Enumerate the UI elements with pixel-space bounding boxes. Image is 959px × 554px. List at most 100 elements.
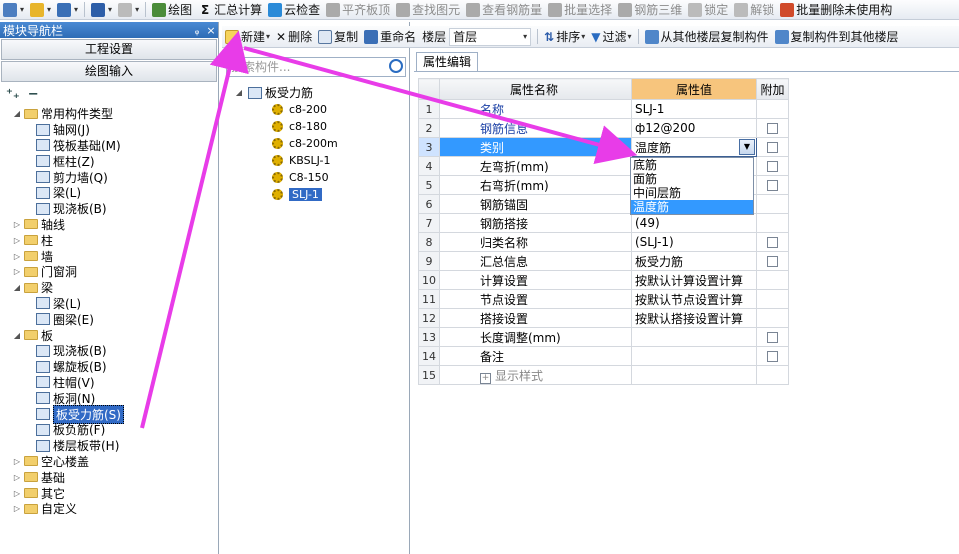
tree-toggle-icon[interactable]: ▷ <box>12 252 22 261</box>
tree-item[interactable]: ◢ 常用构件类型 <box>0 106 218 122</box>
component-item[interactable]: KBSLJ-1 <box>234 152 338 169</box>
tree-toggle-icon[interactable]: ▷ <box>12 220 22 229</box>
floor-select[interactable]: 首层 ▾ <box>449 27 532 46</box>
dropdown-arrow-icon[interactable]: ▾ <box>74 5 78 14</box>
tree-item[interactable]: ▷ 空心楼盖 <box>0 454 218 470</box>
extra-checkbox[interactable] <box>767 237 778 248</box>
rename-button[interactable]: 重命名 <box>361 28 419 46</box>
tree-item[interactable]: ◢ 板 <box>0 327 218 343</box>
property-row[interactable]: 3 类别 温度筋 ▼ <box>418 137 789 157</box>
toolbar-item-4[interactable]: ▾ <box>115 1 142 19</box>
component-item[interactable]: c8-180 <box>234 118 338 135</box>
property-row[interactable]: 1 名称 SLJ-1 <box>418 99 789 119</box>
tree-item[interactable]: ▷ 自定义 <box>0 501 218 517</box>
toolbar-item-9[interactable]: 查找图元 <box>393 1 463 19</box>
property-row[interactable]: 11 节点设置 按默认节点设置计算 <box>418 289 789 309</box>
tree-item[interactable]: 现浇板(B) <box>0 343 218 359</box>
toolbar-item-1[interactable]: ▾ <box>27 1 54 19</box>
dropdown-arrow-icon[interactable]: ▼ <box>739 139 755 155</box>
tree-toggle-icon[interactable]: ▷ <box>12 489 22 498</box>
extra-checkbox[interactable] <box>767 142 778 153</box>
tree-item[interactable]: ◢ 梁 <box>0 280 218 296</box>
dropdown-option[interactable]: 中间层筋 <box>631 186 753 200</box>
extra-checkbox[interactable] <box>767 256 778 267</box>
tree-item[interactable]: 螺旋板(B) <box>0 359 218 375</box>
tree-item[interactable]: 筏板基础(M) <box>0 138 218 154</box>
dropdown-arrow-icon[interactable]: ▾ <box>47 5 51 14</box>
tree-toggle-icon[interactable]: ◢ <box>12 283 22 292</box>
tree-item[interactable]: 轴网(J) <box>0 122 218 138</box>
tree-item[interactable]: 梁(L) <box>0 296 218 312</box>
component-item[interactable]: c8-200 <box>234 101 338 118</box>
toolbar-item-15[interactable]: 批量删除未使用构 <box>777 1 895 19</box>
search-icon[interactable] <box>389 59 403 73</box>
tree-item[interactable]: ▷ 轴线 <box>0 217 218 233</box>
property-value[interactable]: 按默认节点设置计算 <box>631 289 757 309</box>
copy-from-floor-button[interactable]: 从其他楼层复制构件 <box>642 28 772 46</box>
extra-checkbox[interactable] <box>767 351 778 362</box>
dropdown-arrow-icon[interactable]: ▾ <box>135 5 139 14</box>
new-button[interactable]: 新建 ▾ <box>222 28 273 46</box>
tree-item[interactable]: ▷ 柱 <box>0 232 218 248</box>
expand-icon[interactable]: + <box>480 372 491 384</box>
tree-item[interactable]: ▷ 门窗洞 <box>0 264 218 280</box>
toolbar-item-0[interactable]: ▾ <box>0 1 27 19</box>
component-item[interactable]: SLJ-1 <box>234 186 338 203</box>
toolbar-item-13[interactable]: 锁定 <box>685 1 731 19</box>
tree-toggle-icon[interactable]: ◢ <box>12 331 22 340</box>
toolbar-item-2[interactable]: ▾ <box>54 1 81 19</box>
toolbar-item-6[interactable]: Σ 汇总计算 <box>195 1 265 19</box>
property-row[interactable]: 14 备注 <box>418 346 789 366</box>
tree-item[interactable]: ▷ 墙 <box>0 248 218 264</box>
tree-item[interactable]: 框柱(Z) <box>0 153 218 169</box>
toolbar-item-12[interactable]: 钢筋三维 <box>615 1 685 19</box>
dropdown-arrow-icon[interactable]: ▾ <box>20 5 24 14</box>
component-tree-root[interactable]: ◢ 板受力筋 <box>234 84 338 101</box>
property-value[interactable] <box>631 346 757 366</box>
property-value[interactable] <box>631 327 757 347</box>
project-settings-button[interactable]: 工程设置 <box>1 39 217 60</box>
tree-toggle-icon[interactable]: ◢ <box>234 88 244 97</box>
tree-item[interactable]: 楼层板带(H) <box>0 438 218 454</box>
expand-all-icon[interactable]: ⁺₊ <box>6 87 20 102</box>
close-icon[interactable]: × <box>204 24 218 37</box>
collapse-all-icon[interactable]: − <box>28 87 39 102</box>
property-row[interactable]: 2 钢筋信息 ф12@200 <box>418 118 789 138</box>
property-row[interactable]: 10 计算设置 按默认计算设置计算 <box>418 270 789 290</box>
tree-toggle-icon[interactable]: ▷ <box>12 473 22 482</box>
tree-toggle-icon[interactable]: ▷ <box>12 267 22 276</box>
toolbar-item-3[interactable]: ▾ <box>88 1 115 19</box>
extra-checkbox[interactable] <box>767 123 778 134</box>
copy-button[interactable]: 复制 <box>315 28 361 46</box>
dropdown-arrow-icon[interactable]: ▾ <box>108 5 112 14</box>
tree-item[interactable]: 板受力筋(S) <box>0 404 218 424</box>
toolbar-item-10[interactable]: 查看钢筋量 <box>463 1 545 19</box>
tree-item[interactable]: 梁(L) <box>0 185 218 201</box>
tree-item[interactable]: 圈梁(E) <box>0 311 218 327</box>
toolbar-item-11[interactable]: 批量选择 <box>545 1 615 19</box>
tab-property-edit[interactable]: 属性编辑 <box>416 52 478 72</box>
extra-checkbox[interactable] <box>767 180 778 191</box>
tree-item[interactable]: 现浇板(B) <box>0 201 218 217</box>
dropdown-option[interactable]: 面筋 <box>631 172 753 186</box>
tree-toggle-icon[interactable]: ◢ <box>12 109 22 118</box>
tree-item[interactable]: ▷ 其它 <box>0 485 218 501</box>
tree-item[interactable]: 板负筋(F) <box>0 422 218 438</box>
filter-button[interactable]: ▼ 过滤 ▾ <box>588 28 634 46</box>
toolbar-item-8[interactable]: 平齐板顶 <box>323 1 393 19</box>
property-value[interactable]: 按默认计算设置计算 <box>631 270 757 290</box>
property-value[interactable]: (49) <box>631 213 757 233</box>
component-item[interactable]: c8-200m <box>234 135 338 152</box>
copy-to-floor-button[interactable]: 复制构件到其他楼层 <box>772 28 902 46</box>
property-row[interactable]: 13 长度调整(mm) <box>418 327 789 347</box>
toolbar-item-5[interactable]: 绘图 <box>149 1 195 19</box>
property-row[interactable]: 9 汇总信息 板受力筋 <box>418 251 789 271</box>
drawing-input-button[interactable]: 绘图输入 <box>1 61 217 82</box>
property-value[interactable]: SLJ-1 <box>631 99 757 119</box>
property-value[interactable]: ф12@200 <box>631 118 757 138</box>
component-item[interactable]: C8-150 <box>234 169 338 186</box>
extra-checkbox[interactable] <box>767 161 778 172</box>
dropdown-option[interactable]: 温度筋 <box>631 200 753 214</box>
property-row[interactable]: 7 钢筋搭接 (49) <box>418 213 789 233</box>
property-value[interactable]: 按默认搭接设置计算 <box>631 308 757 328</box>
